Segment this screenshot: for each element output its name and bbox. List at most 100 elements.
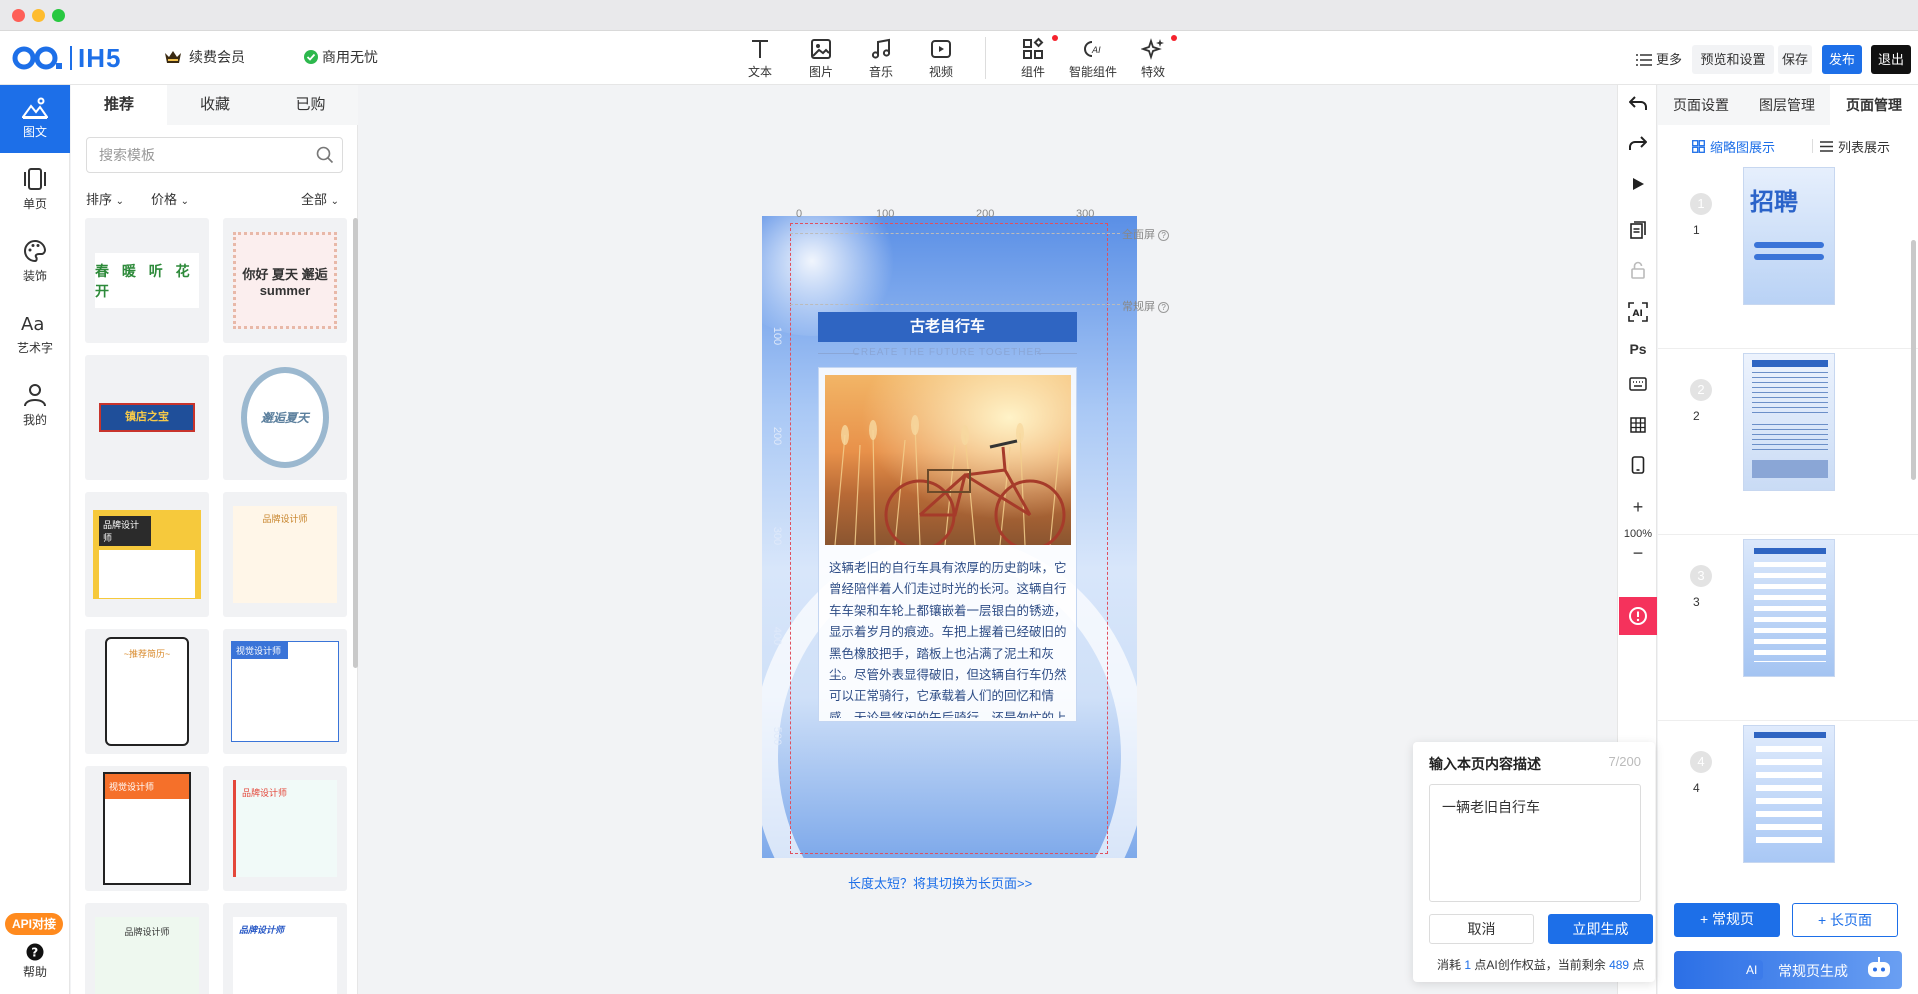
feedback-button[interactable] (1619, 597, 1657, 635)
video-icon (931, 40, 951, 58)
template-thumb[interactable]: ~推荐简历~ (85, 629, 209, 754)
right-tabs: 页面设置 图层管理 页面管理 (1658, 85, 1918, 125)
rail-item-mine[interactable]: 我的 (0, 373, 70, 441)
ai-component-icon: AI (1084, 41, 1101, 57)
template-thumb[interactable]: 品牌设计师 (85, 903, 209, 994)
lock-button[interactable] (1618, 261, 1658, 279)
tool-text[interactable]: 文本 (730, 35, 790, 80)
zoom-in-button[interactable]: + (1618, 497, 1658, 518)
zoom-out-button[interactable]: − (1618, 543, 1658, 564)
template-thumb[interactable]: 春 暖 听 花 开 (85, 218, 209, 343)
price-dropdown[interactable]: 价格 ⌄ (151, 189, 189, 208)
card-subtitle[interactable]: CREATE THE FUTURE TOGETHER (818, 347, 1077, 358)
page-list-scrollbar[interactable] (1911, 240, 1916, 480)
card-paragraph[interactable]: 这辆老旧的自行车具有浓厚的历史韵味，它曾经陪伴着人们走过时光的长河。这辆自行车车… (829, 558, 1069, 718)
add-long-page-button[interactable]: + 长页面 (1792, 903, 1898, 937)
cancel-button[interactable]: 取消 (1429, 914, 1534, 944)
info-icon[interactable]: ? (1158, 230, 1170, 241)
tab-page-settings[interactable]: 页面设置 (1658, 85, 1744, 125)
generate-now-button[interactable]: 立即生成 (1548, 914, 1653, 944)
tab-layer-management[interactable]: 图层管理 (1744, 85, 1830, 125)
card-title[interactable]: 古老自行车 (818, 312, 1077, 342)
page-label: 1 (1693, 223, 1700, 237)
add-normal-page-button[interactable]: + 常规页 (1674, 903, 1780, 937)
preview-settings-button[interactable]: 预览和设置 (1692, 45, 1774, 74)
info-icon[interactable]: ? (1158, 302, 1170, 313)
all-label: 全部 (301, 192, 328, 207)
ruler-tick: 500 (771, 726, 784, 746)
tab-purchased[interactable]: 已购 (263, 85, 358, 125)
tool-video[interactable]: 视频 (911, 35, 971, 80)
app-logo[interactable]: IH5 (12, 42, 121, 74)
template-thumb[interactable]: 视觉设计师 (223, 629, 347, 754)
sort-dropdown[interactable]: 排序 ⌄ (86, 189, 124, 208)
play-button[interactable] (1618, 177, 1658, 191)
template-thumb[interactable]: 视觉设计师 (85, 766, 209, 891)
page-item[interactable]: 2 2 (1658, 349, 1918, 535)
undo-button[interactable] (1618, 95, 1658, 111)
tab-recommended[interactable]: 推荐 (71, 85, 167, 125)
robot-icon (1868, 957, 1890, 977)
exit-button[interactable]: 退出 (1871, 45, 1911, 74)
search-icon[interactable] (316, 146, 334, 164)
grid-button[interactable] (1618, 417, 1658, 433)
close-window-button[interactable] (12, 9, 25, 22)
template-search-input[interactable]: 搜索模板 (86, 137, 343, 173)
template-thumb[interactable]: 镇店之宝 (85, 355, 209, 480)
tool-image[interactable]: 图片 (791, 35, 851, 80)
tool-music[interactable]: 音乐 (851, 35, 911, 80)
template-thumb[interactable]: 品牌设计师 (223, 903, 347, 994)
page-number-badge: 1 (1690, 193, 1712, 215)
copy-button[interactable] (1618, 221, 1658, 239)
category-dropdown[interactable]: 全部 ⌄ (301, 189, 339, 208)
notification-dot (1052, 35, 1058, 41)
tool-ai-component[interactable]: AI 智能组件 (1063, 35, 1123, 80)
save-button[interactable]: 保存 (1778, 45, 1812, 74)
list-view-toggle[interactable]: 列表展示 (1820, 137, 1890, 156)
commercial-safe[interactable]: 商用无忧 (304, 47, 378, 67)
switch-long-page-link[interactable]: 长度太短？将其切换为长页面>> (848, 873, 1032, 892)
ps-button[interactable]: Ps (1618, 341, 1658, 357)
template-thumb[interactable]: 你好 夏天 邂逅 summer (223, 218, 347, 343)
page-description-textarea[interactable]: 一辆老旧自行车 (1429, 784, 1641, 902)
ruler-tick: 100 (771, 326, 784, 346)
publish-button[interactable]: 发布 (1822, 45, 1862, 74)
rail-item-art-text[interactable]: Aa 艺术字 (0, 301, 70, 369)
ai-generate-page-button[interactable]: AI 常规页生成 (1674, 951, 1902, 989)
bicycle-photo[interactable] (825, 375, 1071, 545)
template-thumb[interactable]: 邂逅夏天 (223, 355, 347, 480)
rail-item-single-page[interactable]: 单页 (0, 157, 70, 225)
ai-scan-button[interactable]: AI (1618, 302, 1658, 322)
page-item[interactable]: 3 3 (1658, 535, 1918, 721)
api-badge[interactable]: API对接 (5, 913, 63, 935)
template-tabs: 推荐 收藏 已购 (71, 85, 358, 125)
more-button[interactable]: 更多 (1633, 45, 1685, 74)
tool-effects[interactable]: 特效 (1123, 35, 1183, 80)
tab-page-management[interactable]: 页面管理 (1830, 85, 1918, 125)
thumbnail-view-toggle[interactable]: 缩略图展示 (1692, 137, 1775, 156)
member-label: 续费会员 (189, 49, 245, 65)
help-button[interactable]: ? 帮助 (0, 943, 70, 980)
rail-item-graphic[interactable]: 图文 (0, 85, 70, 153)
template-thumb[interactable]: 品牌设计师 (85, 492, 209, 617)
redo-button[interactable] (1618, 135, 1658, 151)
template-thumb[interactable]: 品牌设计师 (223, 492, 347, 617)
tool-component[interactable]: 组件 (1003, 35, 1063, 80)
card-body[interactable]: 这辆老旧的自行车具有浓厚的历史韵味，它曾经陪伴着人们走过时光的长河。这辆自行车车… (818, 367, 1077, 722)
mountain-icon (22, 97, 48, 119)
template-thumb[interactable]: 品牌设计师 (223, 766, 347, 891)
rail-label-decor: 装饰 (22, 269, 47, 283)
maximize-window-button[interactable] (52, 9, 65, 22)
page-item[interactable]: 1 1 招聘 (1658, 163, 1918, 349)
page-icon (24, 168, 46, 190)
device-preview-button[interactable] (1618, 456, 1658, 474)
minimize-window-button[interactable] (32, 9, 45, 22)
tab-favorites[interactable]: 收藏 (167, 85, 263, 125)
svg-text:AI: AI (1091, 46, 1101, 56)
page-item[interactable]: 4 4 (1658, 721, 1918, 907)
template-scrollbar[interactable] (353, 218, 358, 668)
member-renew[interactable]: 续费会员 (163, 47, 245, 67)
lock-icon (1631, 261, 1645, 279)
rail-item-decor[interactable]: 装饰 (0, 229, 70, 297)
keyboard-button[interactable] (1618, 377, 1658, 391)
